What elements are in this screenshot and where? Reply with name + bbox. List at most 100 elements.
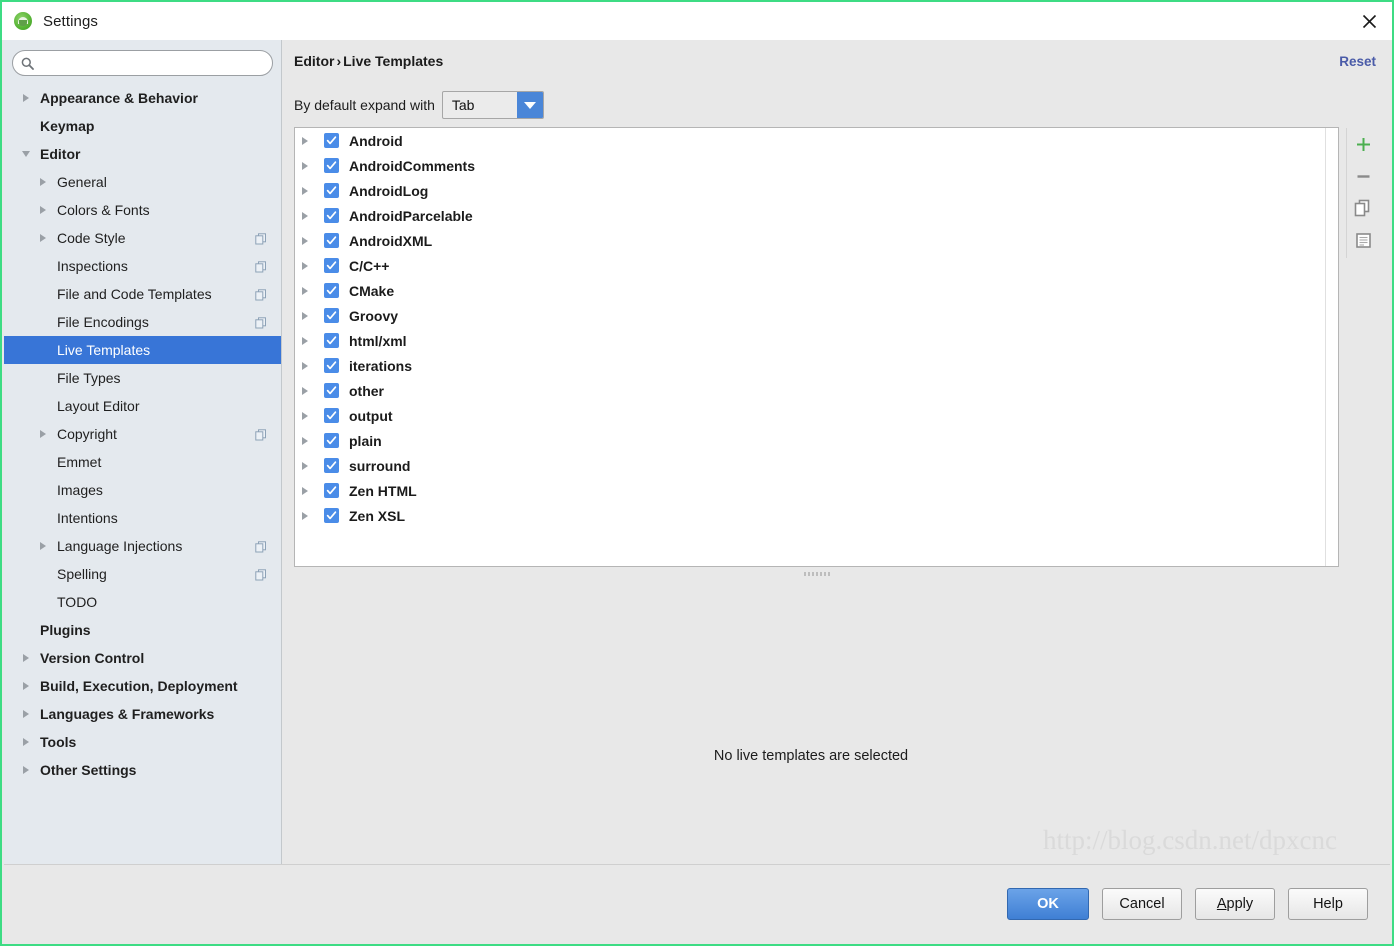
chevron-right-icon[interactable]	[16, 700, 36, 728]
search-input[interactable]	[34, 51, 272, 75]
chevron-right-icon[interactable]	[33, 420, 53, 448]
chevron-right-icon[interactable]	[16, 672, 36, 700]
template-group-row[interactable]: surround	[295, 453, 1338, 478]
chevron-right-icon[interactable]	[302, 386, 324, 395]
help-button[interactable]: Help	[1288, 887, 1368, 920]
template-group-row[interactable]: Android	[295, 128, 1338, 153]
sidebar-item-file-encodings[interactable]: File Encodings	[4, 308, 281, 336]
chevron-right-icon[interactable]	[302, 136, 324, 145]
sidebar-item-code-style[interactable]: Code Style	[4, 224, 281, 252]
template-group-row[interactable]: Zen XSL	[295, 503, 1338, 528]
remove-template-button[interactable]	[1347, 160, 1381, 192]
chevron-right-icon[interactable]	[302, 361, 324, 370]
template-group-checkbox[interactable]	[324, 258, 339, 273]
template-group-checkbox[interactable]	[324, 508, 339, 523]
template-group-row[interactable]: plain	[295, 428, 1338, 453]
sidebar-item-general[interactable]: General	[4, 168, 281, 196]
template-group-checkbox[interactable]	[324, 358, 339, 373]
sidebar-item-language-injections[interactable]: Language Injections	[4, 532, 281, 560]
sidebar-item-file-and-code-templates[interactable]: File and Code Templates	[4, 280, 281, 308]
live-templates-list[interactable]: Android AndroidComments AndroidLog AndroidP…	[294, 127, 1339, 567]
sidebar-item-spelling[interactable]: Spelling	[4, 560, 281, 588]
chevron-right-icon[interactable]	[16, 84, 36, 112]
chevron-right-icon[interactable]	[302, 511, 324, 520]
ok-button[interactable]: OK	[1007, 887, 1089, 920]
chevron-right-icon[interactable]	[302, 236, 324, 245]
template-group-checkbox[interactable]	[324, 183, 339, 198]
edit-template-button[interactable]	[1347, 224, 1381, 256]
template-group-row[interactable]: AndroidLog	[295, 178, 1338, 203]
chevron-down-icon[interactable]	[16, 140, 36, 168]
chevron-right-icon[interactable]	[16, 756, 36, 784]
list-scrollbar[interactable]	[1325, 128, 1338, 566]
chevron-right-icon[interactable]	[302, 186, 324, 195]
chevron-right-icon[interactable]	[302, 336, 324, 345]
template-group-row[interactable]: AndroidParcelable	[295, 203, 1338, 228]
template-group-checkbox[interactable]	[324, 333, 339, 348]
template-group-row[interactable]: AndroidComments	[295, 153, 1338, 178]
add-template-button[interactable]	[1347, 128, 1381, 160]
template-group-checkbox[interactable]	[324, 283, 339, 298]
copy-template-button[interactable]	[1347, 192, 1381, 224]
apply-button[interactable]: Apply	[1195, 887, 1275, 920]
sidebar-item-version-control[interactable]: Version Control	[4, 644, 281, 672]
template-group-checkbox[interactable]	[324, 458, 339, 473]
template-group-row[interactable]: C/C++	[295, 253, 1338, 278]
chevron-right-icon[interactable]	[33, 224, 53, 252]
chevron-right-icon[interactable]	[33, 196, 53, 224]
chevron-right-icon[interactable]	[16, 644, 36, 672]
template-group-checkbox[interactable]	[324, 408, 339, 423]
template-group-checkbox[interactable]	[324, 383, 339, 398]
template-group-checkbox[interactable]	[324, 483, 339, 498]
template-group-checkbox[interactable]	[324, 433, 339, 448]
template-group-row[interactable]: Zen HTML	[295, 478, 1338, 503]
chevron-right-icon[interactable]	[33, 168, 53, 196]
chevron-right-icon[interactable]	[302, 411, 324, 420]
sidebar-item-languages-frameworks[interactable]: Languages & Frameworks	[4, 700, 281, 728]
chevron-right-icon[interactable]	[302, 211, 324, 220]
sidebar-item-plugins[interactable]: Plugins	[4, 616, 281, 644]
template-group-checkbox[interactable]	[324, 308, 339, 323]
cancel-button[interactable]: Cancel	[1102, 887, 1182, 920]
sidebar-item-colors-fonts[interactable]: Colors & Fonts	[4, 196, 281, 224]
chevron-right-icon[interactable]	[16, 728, 36, 756]
chevron-down-icon[interactable]	[516, 92, 543, 118]
chevron-right-icon[interactable]	[302, 261, 324, 270]
chevron-right-icon[interactable]	[33, 532, 53, 560]
template-group-row[interactable]: iterations	[295, 353, 1338, 378]
template-group-checkbox[interactable]	[324, 208, 339, 223]
sidebar-item-keymap[interactable]: Keymap	[4, 112, 281, 140]
close-icon[interactable]	[1346, 2, 1392, 40]
template-group-row[interactable]: html/xml	[295, 328, 1338, 353]
template-group-row[interactable]: output	[295, 403, 1338, 428]
reset-link[interactable]: Reset	[1339, 54, 1376, 69]
sidebar-item-inspections[interactable]: Inspections	[4, 252, 281, 280]
search-box[interactable]	[12, 50, 273, 76]
sidebar-item-other-settings[interactable]: Other Settings	[4, 756, 281, 784]
sidebar-item-layout-editor[interactable]: Layout Editor	[4, 392, 281, 420]
template-group-checkbox[interactable]	[324, 233, 339, 248]
template-group-row[interactable]: Groovy	[295, 303, 1338, 328]
sidebar-item-intentions[interactable]: Intentions	[4, 504, 281, 532]
chevron-right-icon[interactable]	[302, 286, 324, 295]
sidebar-item-images[interactable]: Images	[4, 476, 281, 504]
sidebar-item-build-execution-deployment[interactable]: Build, Execution, Deployment	[4, 672, 281, 700]
sidebar-item-file-types[interactable]: File Types	[4, 364, 281, 392]
chevron-right-icon[interactable]	[302, 461, 324, 470]
panel-splitter[interactable]	[294, 569, 1339, 579]
chevron-right-icon[interactable]	[302, 486, 324, 495]
chevron-right-icon[interactable]	[302, 436, 324, 445]
chevron-right-icon[interactable]	[302, 311, 324, 320]
sidebar-item-live-templates[interactable]: Live Templates	[4, 336, 281, 364]
expand-with-select[interactable]: Tab	[441, 91, 544, 119]
template-group-row[interactable]: CMake	[295, 278, 1338, 303]
template-group-row[interactable]: other	[295, 378, 1338, 403]
sidebar-item-appearance-behavior[interactable]: Appearance & Behavior	[4, 84, 281, 112]
sidebar-item-todo[interactable]: TODO	[4, 588, 281, 616]
sidebar-item-copyright[interactable]: Copyright	[4, 420, 281, 448]
template-group-checkbox[interactable]	[324, 158, 339, 173]
chevron-right-icon[interactable]	[302, 161, 324, 170]
template-group-row[interactable]: AndroidXML	[295, 228, 1338, 253]
template-group-checkbox[interactable]	[324, 133, 339, 148]
sidebar-item-tools[interactable]: Tools	[4, 728, 281, 756]
